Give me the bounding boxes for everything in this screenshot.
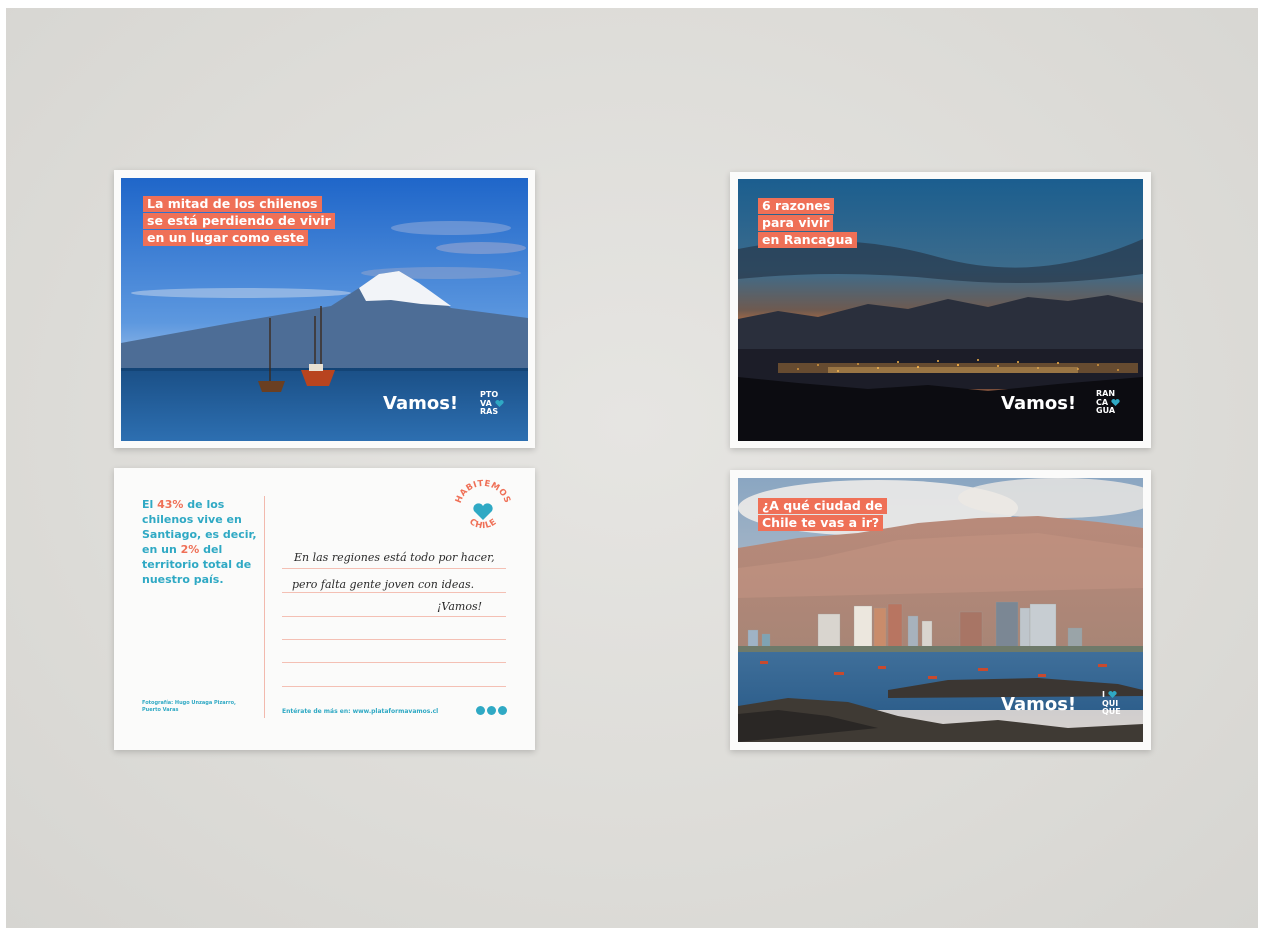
- city-logo-line: GUA: [1096, 406, 1116, 415]
- address-line: [282, 568, 506, 569]
- heart-icon: [1108, 691, 1117, 698]
- stat-text: El: [142, 498, 158, 511]
- headline-puerto-varas: La mitad de los chilenos se está perdien…: [143, 196, 335, 247]
- heart-icon: [1111, 398, 1120, 406]
- handwriting-line-2: pero falta gente joven con ideas.: [292, 578, 475, 591]
- headline-line: en Rancagua: [758, 232, 857, 248]
- address-line: [282, 639, 506, 640]
- vamos-label: Vamos!: [1001, 694, 1077, 715]
- city-logo-line: RAS: [480, 407, 499, 416]
- headline-line: La mitad de los chilenos: [143, 196, 322, 212]
- headline-line: en un lugar como este: [143, 230, 309, 246]
- headline-iquique: ¿A qué ciudad de Chile te vas a ir?: [758, 498, 887, 532]
- city-logo-line: QUE: [1102, 707, 1121, 716]
- photo-city-night: 6 razones para vivir en Rancagua Vamos! …: [738, 179, 1143, 441]
- headline-line: ¿A qué ciudad de: [758, 498, 887, 514]
- stat-highlight: 2%: [180, 543, 200, 556]
- website-footer: Entérate de más en: www.plataformavamos.…: [282, 708, 439, 715]
- heart-icon: [495, 399, 504, 407]
- vamos-label: Vamos!: [383, 393, 459, 414]
- twitter-icon: [487, 706, 496, 715]
- instagram-icon: [498, 706, 507, 715]
- postcard-back: El 43% de los chilenos vive en Santiago,…: [114, 468, 535, 750]
- address-line: [282, 662, 506, 663]
- photo-volcano-boats: La mitad de los chilenos se está perdien…: [121, 178, 528, 441]
- heart-icon: [473, 503, 493, 520]
- postcard-puerto-varas: La mitad de los chilenos se está perdien…: [114, 170, 535, 448]
- headline-line: para vivir: [758, 215, 834, 231]
- photo-credit: Fotografía: Hugo Unzaga Pizarro, Puerto …: [142, 700, 242, 714]
- stat-highlight: 43%: [157, 498, 184, 511]
- city-logo-puerto-varas: PTO VA RAS: [480, 390, 504, 417]
- city-logo-line: I: [1102, 690, 1105, 699]
- headline-line: 6 razones: [758, 198, 835, 214]
- handwriting-line-1: En las regiones está todo por hacer,: [294, 551, 495, 564]
- divider-line: [264, 496, 265, 718]
- postcard-rancagua: 6 razones para vivir en Rancagua Vamos! …: [730, 172, 1151, 448]
- vamos-label: Vamos!: [1001, 393, 1077, 414]
- habitemos-chile-stamp: HABITEMOS CHILE: [454, 479, 512, 531]
- photo-credit-line: Puerto Varas: [142, 707, 179, 713]
- facebook-icon: [476, 706, 485, 715]
- svg-text:HABITEMOS: HABITEMOS: [454, 479, 512, 505]
- headline-line: Chile te vas a ir?: [758, 515, 884, 531]
- headline-line: se está perdiendo de vivir: [143, 213, 335, 229]
- postcard-iquique: ¿A qué ciudad de Chile te vas a ir? Vamo…: [730, 470, 1151, 750]
- address-line: [282, 686, 506, 687]
- stamp-text-top: HABITEMOS: [454, 479, 512, 505]
- statistic-text: El 43% de los chilenos vive en Santiago,…: [142, 497, 260, 587]
- handwriting-line-3: ¡Vamos!: [437, 600, 483, 613]
- address-line: [282, 592, 506, 593]
- city-logo-iquique: I QUI QUE: [1102, 690, 1121, 717]
- photo-coastal-city: ¿A qué ciudad de Chile te vas a ir? Vamo…: [738, 478, 1143, 742]
- photo-credit-line: Fotografía: Hugo Unzaga Pizarro,: [142, 700, 236, 706]
- headline-rancagua: 6 razones para vivir en Rancagua: [758, 198, 857, 249]
- city-logo-rancagua: RAN CA GUA: [1096, 389, 1120, 416]
- address-line: [282, 616, 506, 617]
